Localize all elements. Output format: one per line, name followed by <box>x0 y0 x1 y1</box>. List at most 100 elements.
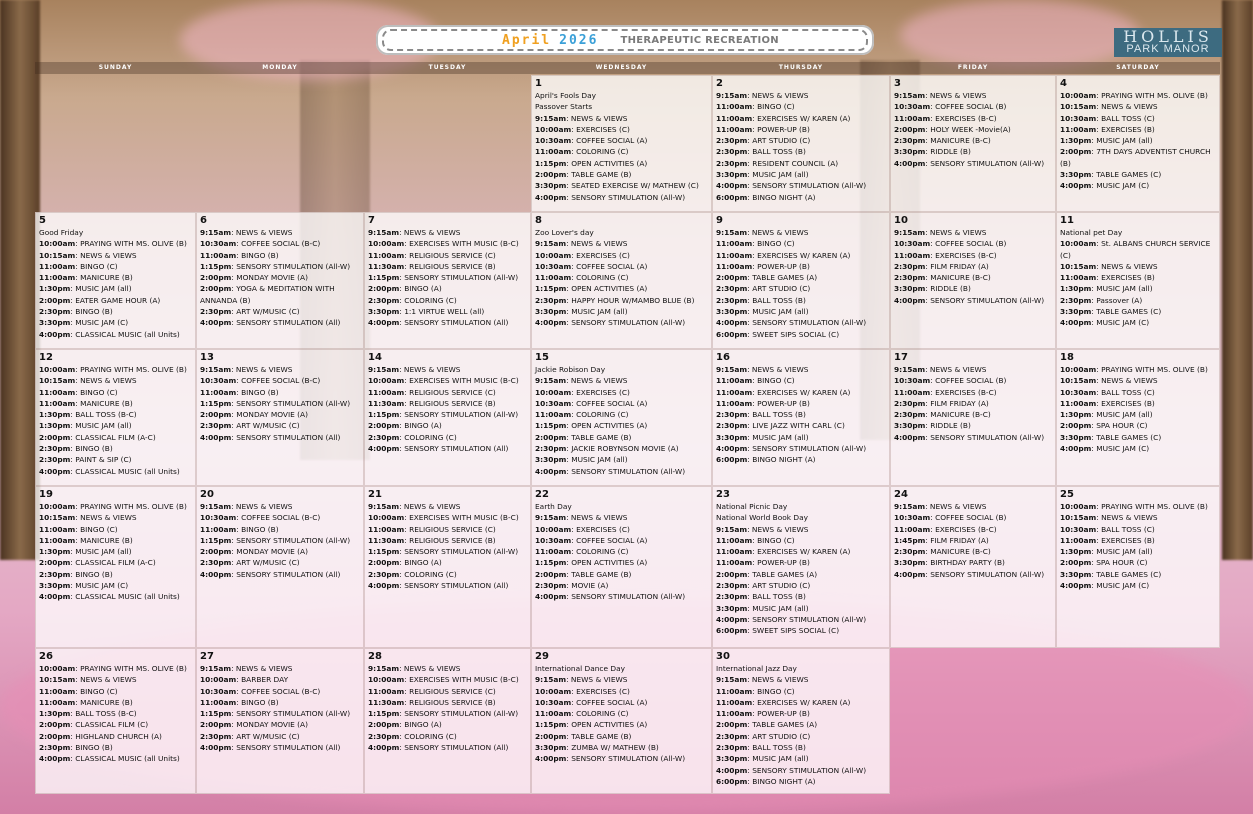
event-activity: SPA HOUR (C) <box>1096 558 1148 568</box>
event-line: 2:30pm: BALL TOSS (B) <box>716 409 886 420</box>
event-time: 1:15pm <box>368 709 400 719</box>
event-time: 11:00am <box>1060 398 1097 408</box>
event-activity: MANICURE (B) <box>80 273 133 283</box>
event-line: 1:30pm: BALL TOSS (B-C) <box>39 409 192 420</box>
event-time: 4:00pm <box>716 614 748 624</box>
event-time: 2:30pm <box>716 421 748 431</box>
event-activity: SENSORY STIMULATION (All-W) <box>571 192 686 202</box>
event-activity: HAPPY HOUR W/MAMBO BLUE (B) <box>571 295 695 305</box>
day-number: 28 <box>368 651 382 662</box>
event-time: 4:00pm <box>535 192 567 202</box>
event-activity: EXERCISES (B) <box>1101 124 1155 134</box>
event-line: 10:00am: PRAYING WITH MS. OLIVE (B) <box>39 238 192 249</box>
event-line: 10:15am: NEWS & VIEWS <box>1060 261 1216 272</box>
event-line: 11:00am: BINGO (B) <box>200 697 360 708</box>
event-time: 9:15am <box>894 228 926 237</box>
day-observance: National pet Day <box>1060 228 1123 237</box>
event-line: 2:00pm: TABLE GAMES (A) <box>716 272 886 283</box>
event-time: 11:00am <box>716 398 753 408</box>
event-line: 2:30pm: BINGO (B) <box>39 742 192 753</box>
event-activity: RELIGIOUS SERVICE (C) <box>409 524 496 534</box>
event-activity: SEATED EXERCISE W/ MATHEW (C) <box>571 181 699 191</box>
event-time: 2:30pm <box>200 421 232 431</box>
event-time: 2:30pm <box>894 398 926 408</box>
event-time: 10:30am <box>535 136 572 146</box>
event-activity: ART W/MUSIC (C) <box>236 421 300 431</box>
event-time: 11:00am <box>716 547 753 557</box>
event-time: 3:30pm <box>894 147 926 157</box>
event-line: 11:00am: MANICURE (B) <box>39 272 192 283</box>
event-time: 10:30am <box>200 686 237 696</box>
event-activity: EXERCISES W/ KAREN (A) <box>757 113 851 123</box>
event-time: 2:00pm <box>716 720 748 730</box>
event-line: 11:00am: BINGO (C) <box>39 387 192 398</box>
event-activity: MOVIE (A) <box>571 581 609 591</box>
event-time: 4:00pm <box>535 466 567 476</box>
event-line: 11:00am: BINGO (C) <box>716 686 886 697</box>
event-line: 9:15am: NEWS & VIEWS <box>200 663 360 674</box>
event-activity: SENSORY STIMULATION (All-W) <box>752 181 867 191</box>
event-time: 3:30pm <box>894 558 926 568</box>
event-activity: SENSORY STIMULATION (All-W) <box>404 709 519 719</box>
event-line: 11:00am: BINGO (C) <box>716 238 886 249</box>
event-activity: EXERCISES (B-C) <box>935 524 997 534</box>
event-time: 11:00am <box>39 387 76 397</box>
event-activity: EXERCISES (C) <box>576 387 630 397</box>
day-number: 5 <box>39 215 46 226</box>
calendar-day-empty <box>364 75 531 212</box>
event-activity: FILM FRIDAY (A) <box>930 535 989 545</box>
event-line: 11:00am: BINGO (C) <box>39 261 192 272</box>
event-line: 2:30pm: COLORING (C) <box>368 569 527 580</box>
event-time: 4:00pm <box>716 765 748 775</box>
event-line: 11:00am: BINGO (B) <box>200 524 360 535</box>
event-time: 1:30pm <box>1060 284 1092 294</box>
event-activity: OPEN ACTIVITIES (A) <box>571 284 648 294</box>
event-line: 2:30pm: BALL TOSS (B) <box>716 146 886 157</box>
event-line: 9:15am: NEWS & VIEWS <box>716 364 886 375</box>
event-time: 2:30pm <box>716 743 748 753</box>
event-time: 11:00am <box>39 524 76 534</box>
weekday-friday: FRIDAY <box>957 64 989 71</box>
event-activity: NEWS & VIEWS <box>403 228 461 237</box>
event-activity: COLORING (C) <box>404 731 457 741</box>
event-activity: RIDDLE (B) <box>930 284 971 294</box>
day-number: 15 <box>535 352 549 363</box>
calendar-day-29: 29 International Dance Day 9:15am: NEWS & … <box>531 648 712 794</box>
event-time: 11:00am <box>39 697 76 707</box>
event-time: 1:30pm <box>39 709 71 719</box>
event-time: 11:00am <box>535 273 572 283</box>
event-time: 2:30pm <box>535 295 567 305</box>
day-number: 18 <box>1060 352 1074 363</box>
event-activity: EXERCISES (C) <box>576 686 630 696</box>
event-line: 4:00pm: SENSORY STIMULATION (All-W) <box>535 192 708 203</box>
event-line: 9:15am: NEWS & VIEWS <box>535 674 708 685</box>
event-time: 2:00pm <box>39 432 71 442</box>
event-activity: ART STUDIO (C) <box>752 581 811 591</box>
event-activity: COLORING (C) <box>576 273 629 283</box>
day-number: 11 <box>1060 215 1074 226</box>
day-observance: Good Friday <box>39 228 84 237</box>
event-line: 1:30pm: BALL TOSS (B-C) <box>39 708 192 719</box>
event-line: 9:15am: NEWS & VIEWS <box>368 501 527 512</box>
event-time: 1:30pm <box>39 410 71 420</box>
event-activity: MANICURE (B) <box>80 535 133 545</box>
day-observance: Earth Day <box>535 502 572 511</box>
event-activity: EXERCISES W/ KAREN (A) <box>757 547 851 557</box>
event-time: 2:30pm <box>368 432 400 442</box>
event-time: 4:00pm <box>39 329 71 339</box>
event-time: 11:00am <box>200 697 237 707</box>
event-time: 2:00pm <box>1060 147 1092 157</box>
event-line: 10:30am: COFFEE SOCIAL (B) <box>894 512 1052 523</box>
event-line: 9:15am: NEWS & VIEWS <box>535 512 708 523</box>
event-time: 10:15am <box>1060 102 1097 112</box>
event-activity: ZUMBA W/ MATHEW (B) <box>571 743 659 753</box>
calendar-day-12: 12 10:00am: PRAYING WITH MS. OLIVE (B) 10:… <box>35 349 196 486</box>
calendar-day-16: 16 9:15am: NEWS & VIEWS 11:00am: BINGO (C)… <box>712 349 890 486</box>
event-time: 9:15am <box>368 228 400 237</box>
event-activity: TABLE GAMES (A) <box>752 569 818 579</box>
calendar-day-23: 23 National Picnic Day National World Book… <box>712 486 890 648</box>
event-time: 10:30am <box>894 239 931 249</box>
event-activity: MUSIC JAM (all) <box>752 307 809 317</box>
event-time: 4:00pm <box>39 754 71 764</box>
event-activity: COFFEE SOCIAL (B) <box>935 239 1007 249</box>
